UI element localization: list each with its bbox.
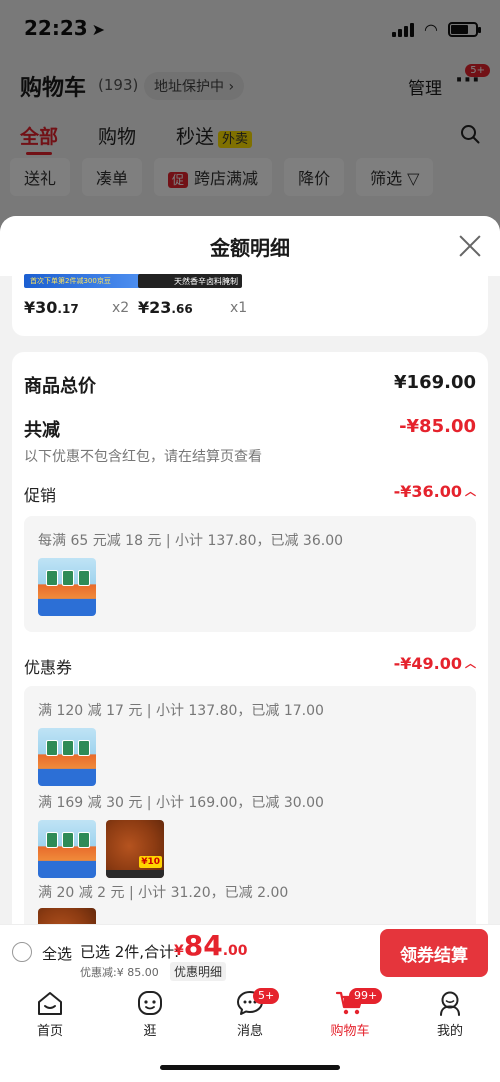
tabbar-label: 首页 — [36, 1024, 63, 1039]
total-reduce-value: -¥85.00 — [399, 416, 476, 437]
goods-qty: x1 — [230, 300, 248, 316]
home-indicator[interactable] — [160, 1065, 340, 1070]
discount-summary: 优惠减:¥ 85.00 — [80, 966, 159, 979]
coupon-rule: 满 120 减 17 元 | 小计 137.80，已减 17.00 — [38, 703, 324, 719]
total-dec: .00 — [222, 943, 248, 959]
tabbar-label: 我的 — [436, 1024, 463, 1039]
checkout-total: ¥84.00 — [174, 929, 248, 962]
product-image-snack[interactable] — [38, 820, 96, 878]
message-badge: 5+ — [253, 988, 280, 1004]
promotion-value: -¥36.00 — [393, 482, 462, 501]
coupon-rule: 满 169 减 30 元 | 小计 169.00，已减 30.00 — [38, 795, 324, 811]
reduce-note: 以下优惠不包含红包，请在结算页查看 — [24, 449, 262, 465]
chevron-up-icon: ︿ — [465, 485, 476, 498]
product-image-snack[interactable] — [38, 728, 96, 786]
tabbar-label: 购物车 — [330, 1024, 370, 1039]
checkout-button[interactable]: 领券结算 — [380, 929, 488, 977]
tabbar-item-cart[interactable]: 购物车 99+ — [315, 988, 385, 1039]
home-icon — [38, 992, 62, 1015]
tabbar-label: 逛 — [143, 1024, 157, 1039]
select-all-checkbox[interactable] — [12, 942, 32, 962]
sheet-header: 金额明细 — [0, 216, 500, 276]
goods-image-strip: 天然香辛卤料腌制 — [138, 274, 242, 288]
coupon-label: 优惠券 — [24, 658, 73, 677]
coupon-toggle[interactable]: -¥49.00 ︿ — [394, 654, 476, 673]
profile-icon — [440, 991, 460, 1016]
currency-symbol: ¥ — [174, 943, 184, 959]
goods-price-int: ¥23 — [138, 298, 172, 317]
goods-image-strip-text: 首次下单第2件减300京豆 — [30, 277, 111, 285]
select-all-label[interactable]: 全选 — [42, 943, 72, 964]
goods-price: ¥23.66 — [138, 298, 193, 317]
tabbar-label: 消息 — [236, 1024, 263, 1039]
chevron-up-icon: ︿ — [465, 657, 476, 670]
selected-goods-card: 首次下单第2件减300京豆 天然香辛卤料腌制 ¥30.17 x2 ¥23.66 … — [12, 272, 488, 336]
coupon-rule: 满 20 减 2 元 | 小计 31.20，已减 2.00 — [38, 885, 289, 901]
discount-detail-link[interactable]: 优惠明细 — [170, 962, 227, 981]
promotion-rule: 每满 65 元减 18 元 | 小计 137.80，已减 36.00 — [38, 533, 344, 549]
goods-price: ¥30.17 — [24, 298, 79, 317]
goods-price-dec: .17 — [57, 302, 79, 316]
goods-price-dec: .66 — [171, 302, 193, 316]
tabbar-item-messages[interactable]: 消息 5+ — [215, 988, 285, 1039]
total-int: 84 — [183, 929, 223, 962]
face-icon — [138, 991, 162, 1015]
goods-image-strip: 首次下单第2件减300京豆 — [24, 274, 142, 288]
goods-image-strip-text: 天然香辛卤料腌制 — [174, 277, 238, 286]
sheet-title: 金额明细 — [210, 236, 290, 260]
checkout-bar: 全选 已选 2件,合计: ¥84.00 优惠减:¥ 85.00 优惠明细 领券结… — [0, 924, 500, 982]
coupon-value: -¥49.00 — [393, 654, 462, 673]
goods-price-int: ¥30 — [24, 298, 58, 317]
promotion-toggle[interactable]: -¥36.00 ︿ — [394, 482, 476, 501]
tabbar-item-home[interactable]: 首页 — [15, 988, 85, 1039]
selected-count-text: 已选 2件,合计: — [80, 943, 180, 961]
promotion-label: 促销 — [24, 486, 57, 505]
product-image-snack[interactable] — [38, 558, 96, 616]
promotion-rule-box: 每满 65 元减 18 元 | 小计 137.80，已减 36.00 — [24, 516, 476, 632]
goods-qty: x2 — [112, 300, 130, 316]
goods-total-label: 商品总价 — [24, 376, 96, 397]
tabbar-item-profile[interactable]: 我的 — [415, 988, 485, 1039]
product-image-meat[interactable]: ¥10 — [106, 820, 164, 878]
cart-badge: 99+ — [349, 988, 383, 1004]
bottom-tab-bar: 首页 逛 消息 5+ 购物车 99+ 我的 — [0, 982, 500, 1082]
tabbar-item-browse[interactable]: 逛 — [115, 988, 185, 1039]
total-reduce-label: 共减 — [24, 420, 60, 441]
price-tag: ¥10 — [139, 856, 162, 868]
close-icon[interactable] — [458, 234, 482, 258]
goods-total-value: ¥169.00 — [394, 372, 476, 393]
